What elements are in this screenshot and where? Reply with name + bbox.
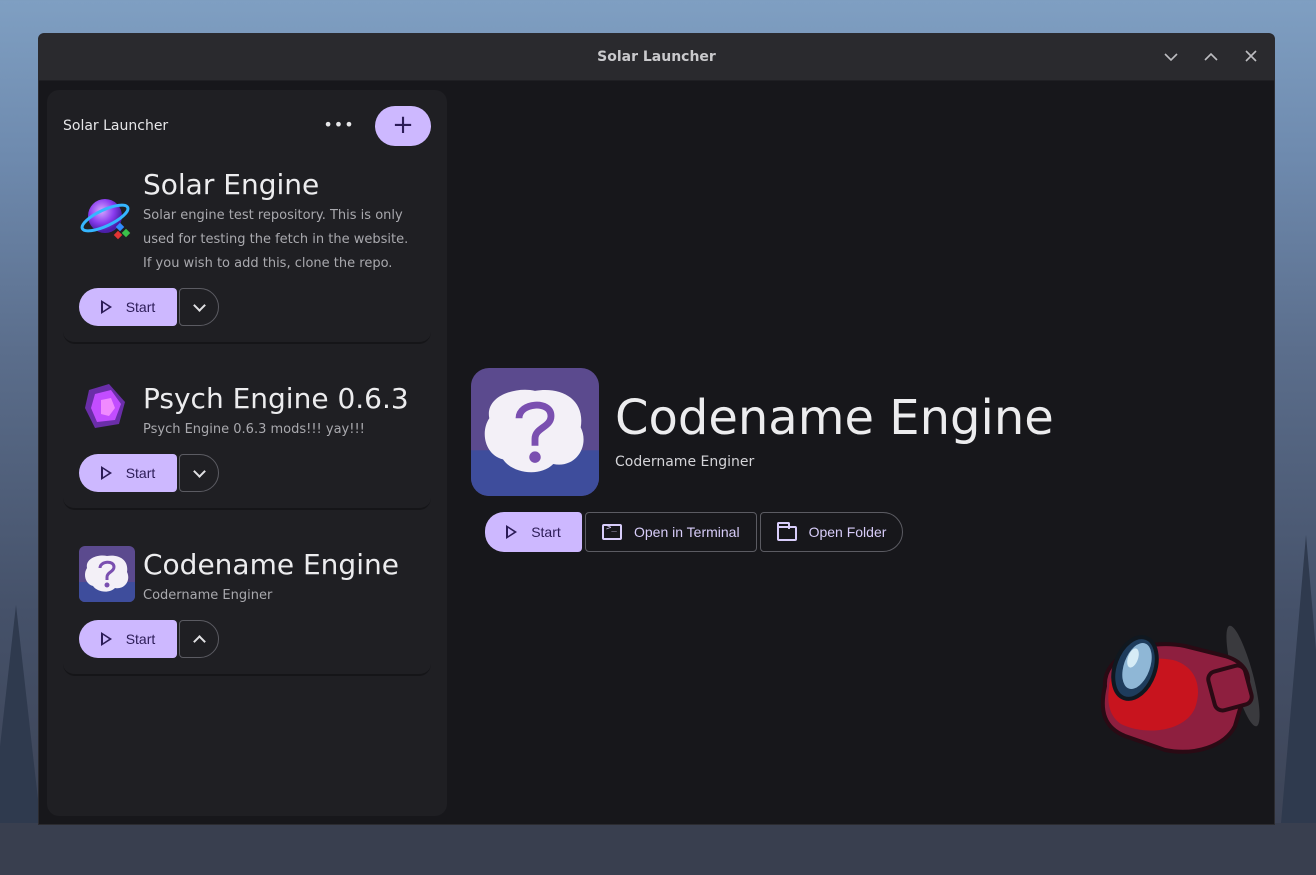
question-mark-icon [79, 546, 135, 602]
chevron-down-icon [192, 464, 206, 478]
engine-card-solar: Solar Engine Solar engine test repositor… [63, 162, 431, 344]
start-label: Start [125, 631, 156, 647]
engine-actions: Start [79, 288, 219, 326]
app-window: Solar Launcher Solar Launcher ••• + Sola… [38, 33, 1275, 825]
play-icon [100, 300, 112, 314]
engine-card-psych: Psych Engine 0.6.3 Psych Engine 0.6.3 mo… [63, 362, 431, 510]
start-label: Start [125, 465, 156, 481]
engine-description: Solar engine test repository. This is on… [143, 208, 409, 271]
start-label: Start [531, 524, 561, 540]
start-button[interactable]: Start [79, 288, 177, 326]
background-tree [0, 605, 42, 835]
chevron-up-icon [192, 634, 206, 648]
crewmate-mascot-icon [1085, 616, 1265, 780]
sidebar-title: Solar Launcher [63, 118, 169, 134]
engine-actions: Start [79, 620, 219, 658]
folder-icon [776, 521, 797, 541]
collapse-button[interactable] [179, 620, 219, 658]
psych-crystal-icon [79, 380, 135, 436]
open-terminal-label: Open in Terminal [634, 524, 740, 540]
start-label: Start [125, 299, 156, 315]
close-icon[interactable] [1242, 49, 1260, 66]
expand-button[interactable] [179, 288, 219, 326]
window-title: Solar Launcher [597, 49, 716, 65]
engine-actions: Start [79, 454, 219, 492]
add-engine-button[interactable]: + [375, 106, 431, 146]
minimize-icon[interactable] [1162, 50, 1180, 66]
expand-button[interactable] [179, 454, 219, 492]
play-icon [506, 525, 518, 539]
start-button[interactable]: Start [485, 512, 582, 552]
selected-engine-name: Codename Engine [615, 390, 1054, 446]
maximize-icon[interactable] [1202, 50, 1220, 66]
engine-description: Psych Engine 0.6.3 mods!!! yay!!! [143, 422, 365, 437]
start-button[interactable]: Start [79, 454, 177, 492]
more-icon[interactable]: ••• [323, 110, 355, 142]
sidebar: Solar Launcher ••• + Solar Engine Solar … [47, 90, 447, 816]
play-icon [100, 632, 112, 646]
engine-description: Codername Enginer [143, 588, 273, 603]
engine-card-codename: Codename Engine Codername Enginer Start [63, 528, 431, 676]
open-folder-button[interactable]: Open Folder [759, 512, 904, 552]
question-mark-icon [471, 368, 599, 496]
open-folder-label: Open Folder [808, 524, 887, 540]
titlebar: Solar Launcher [39, 34, 1274, 81]
sidebar-header: Solar Launcher ••• + [47, 90, 447, 162]
engine-name: Psych Engine 0.6.3 [143, 382, 409, 415]
background-ground [0, 823, 1316, 875]
selected-engine-description: Codername Enginer [615, 454, 755, 470]
background-tree [1280, 535, 1316, 835]
planet-icon [79, 190, 135, 246]
engine-name: Codename Engine [143, 548, 399, 581]
selected-engine-actions: Start Open in Terminal Open Folder [485, 512, 904, 552]
start-button[interactable]: Start [79, 620, 177, 658]
play-icon [100, 466, 112, 480]
terminal-icon [602, 523, 622, 540]
engine-name: Solar Engine [143, 168, 320, 201]
window-controls [1162, 34, 1260, 81]
chevron-down-icon [192, 298, 206, 312]
open-terminal-button[interactable]: Open in Terminal [585, 512, 757, 552]
